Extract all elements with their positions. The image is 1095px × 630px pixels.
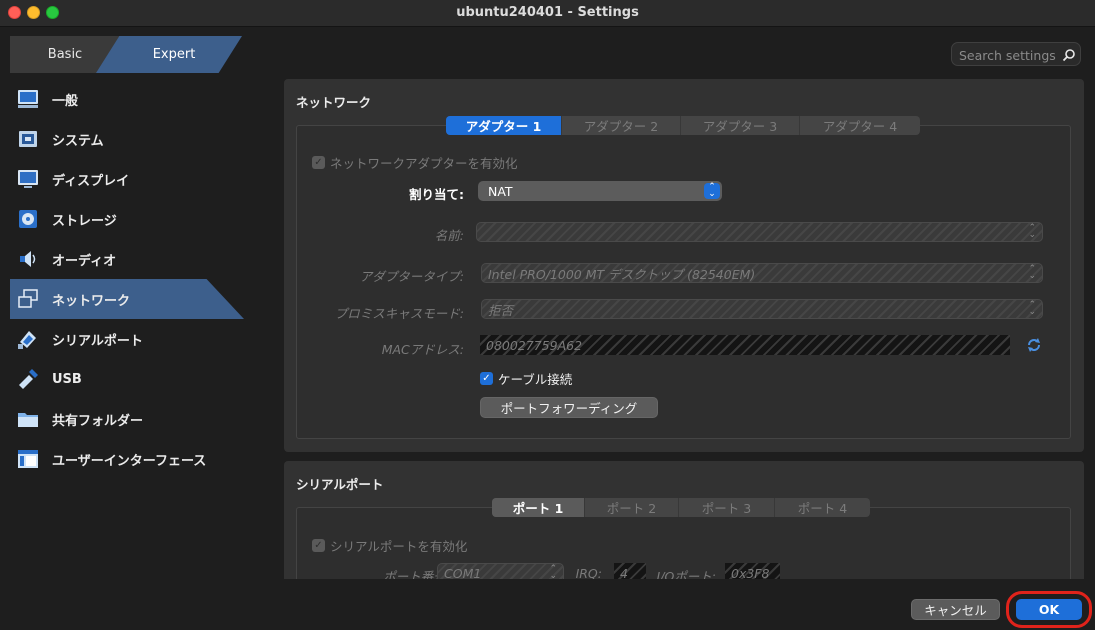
port-number-value: COM1 [444,565,482,580]
enable-adapter-row: ✓ ネットワークアダプターを有効化 [312,153,518,172]
monitor-icon [17,88,39,110]
attached-to-value: NAT [488,183,513,199]
name-label: 名前: [434,228,464,243]
settings-content: ネットワーク アダプター 1 アダプター 2 アダプター 3 アダプター 4 ✓… [284,79,1084,579]
usb-icon [17,368,39,390]
speaker-icon [17,248,39,270]
port-forwarding-button[interactable]: ポートフォワーディング [480,397,658,418]
sidebar-item-serial-ports[interactable]: シリアルポート [0,319,258,359]
serial-ports-section: シリアルポート ポート 1 ポート 2 ポート 3 ポート 4 ✓ シリアルポー… [284,461,1084,579]
search-icon[interactable] [1062,47,1076,62]
port-tabs: ポート 1 ポート 2 ポート 3 ポート 4 [492,498,870,517]
sidebar-item-usb[interactable]: USB [0,359,258,399]
sidebar-item-general[interactable]: 一般 [0,79,258,119]
title-bar: ubuntu240401 - Settings [0,0,1095,27]
disk-icon [17,208,39,230]
adapter-type-select[interactable]: Intel PRO/1000 MT デスクトップ (82540EM) ⌃ ⌄ [481,263,1043,283]
enable-serial-port-row: ✓ シリアルポートを有効化 [312,536,467,555]
enable-adapter-label: ネットワークアダプターを有効化 [330,156,518,171]
sidebar-item-audio[interactable]: オーディオ [0,239,258,279]
tab-port-1[interactable]: ポート 1 [492,498,585,517]
irq-label: IRQ: [575,566,602,579]
attached-to-label: 割り当て: [409,187,464,202]
chevron-up-down-icon: ⌃ ⌄ [1028,264,1036,281]
mac-address-value: 080027759A62 [486,337,583,353]
enable-adapter-checkbox[interactable]: ✓ [312,156,325,169]
tab-adapter-1[interactable]: アダプター 1 [446,116,562,135]
sidebar-item-storage[interactable]: ストレージ [0,199,258,239]
refresh-icon[interactable] [1026,337,1042,353]
dialog-button-bar: キャンセル OK [0,587,1095,630]
sidebar: Basic Expert 一般 システム ディスプレイ ストレージ オーディオ … [0,27,258,587]
adapter-type-label: アダプタータイプ: [359,269,464,284]
tab-port-4[interactable]: ポート 4 [775,498,870,517]
sidebar-item-shared-folders[interactable]: 共有フォルダー [0,399,258,439]
sidebar-item-system[interactable]: システム [0,119,258,159]
window-title: ubuntu240401 - Settings [456,5,639,20]
sidebar-item-display[interactable]: ディスプレイ [0,159,258,199]
search-box [951,42,1081,67]
sidebar-item-network[interactable]: ネットワーク [0,279,258,319]
enable-serial-port-label: シリアルポートを有効化 [330,539,468,554]
promiscuous-mode-value: 拒否 [488,302,514,318]
chevron-up-down-icon: ⌃ ⌄ [1028,300,1036,317]
irq-input[interactable]: 4 [614,563,646,579]
port-number-label: ポート番号: [383,569,450,579]
chevron-up-down-icon: ⌃ ⌄ [1028,223,1036,240]
serial-section-title: シリアルポート [296,477,384,492]
network-section: ネットワーク アダプター 1 アダプター 2 アダプター 3 アダプター 4 ✓… [284,79,1084,452]
io-port-value: 0x3F8 [731,565,770,580]
cable-connected-checkbox[interactable]: ✓ [480,372,493,385]
adapter-tabs: アダプター 1 アダプター 2 アダプター 3 アダプター 4 [446,116,920,135]
enable-serial-port-checkbox[interactable]: ✓ [312,539,325,552]
mac-address-input[interactable]: 080027759A62 [480,335,1010,355]
tab-adapter-4[interactable]: アダプター 4 [800,116,920,135]
irq-value: 4 [620,565,628,580]
promiscuous-mode-select[interactable]: 拒否 ⌃ ⌄ [481,299,1043,319]
adapter-type-value: Intel PRO/1000 MT デスクトップ (82540EM) [488,266,756,282]
tab-adapter-2[interactable]: アダプター 2 [562,116,681,135]
tab-adapter-3[interactable]: アダプター 3 [681,116,800,135]
tab-port-3[interactable]: ポート 3 [679,498,775,517]
network-section-title: ネットワーク [296,95,372,110]
chevron-up-down-icon: ⌃ ⌄ [704,183,720,199]
ok-button[interactable]: OK [1016,599,1082,620]
name-select[interactable]: ⌃ ⌄ [476,222,1043,242]
cable-connected-row: ✓ ケーブル接続 [480,369,572,388]
io-port-label: I/Oポート: [656,569,716,579]
serial-port-icon [17,328,39,350]
window-ui-icon [17,448,39,470]
io-port-input[interactable]: 0x3F8 [725,563,780,579]
chip-icon [17,128,39,150]
mac-address-label: MACアドレス: [381,342,464,357]
search-input[interactable] [952,43,1069,67]
promiscuous-mode-label: プロミスキャスモード: [334,306,464,321]
expert-mode-button[interactable]: Expert [96,36,242,73]
network-icon [17,288,39,310]
attached-to-select[interactable]: NAT ⌃ ⌄ [478,181,722,201]
port-number-select[interactable]: COM1 ⌃ ⌄ [437,563,564,579]
folder-icon [17,408,39,430]
display-icon [17,168,39,190]
cancel-button[interactable]: キャンセル [911,599,1000,620]
cable-connected-label: ケーブル接続 [498,372,573,387]
sidebar-nav: 一般 システム ディスプレイ ストレージ オーディオ ネットワーク シリアルポー… [0,79,258,479]
mode-switch: Basic Expert [10,36,242,73]
sidebar-item-user-interface[interactable]: ユーザーインターフェース [0,439,258,479]
tab-port-2[interactable]: ポート 2 [585,498,679,517]
chevron-up-down-icon: ⌃ ⌄ [549,564,557,580]
